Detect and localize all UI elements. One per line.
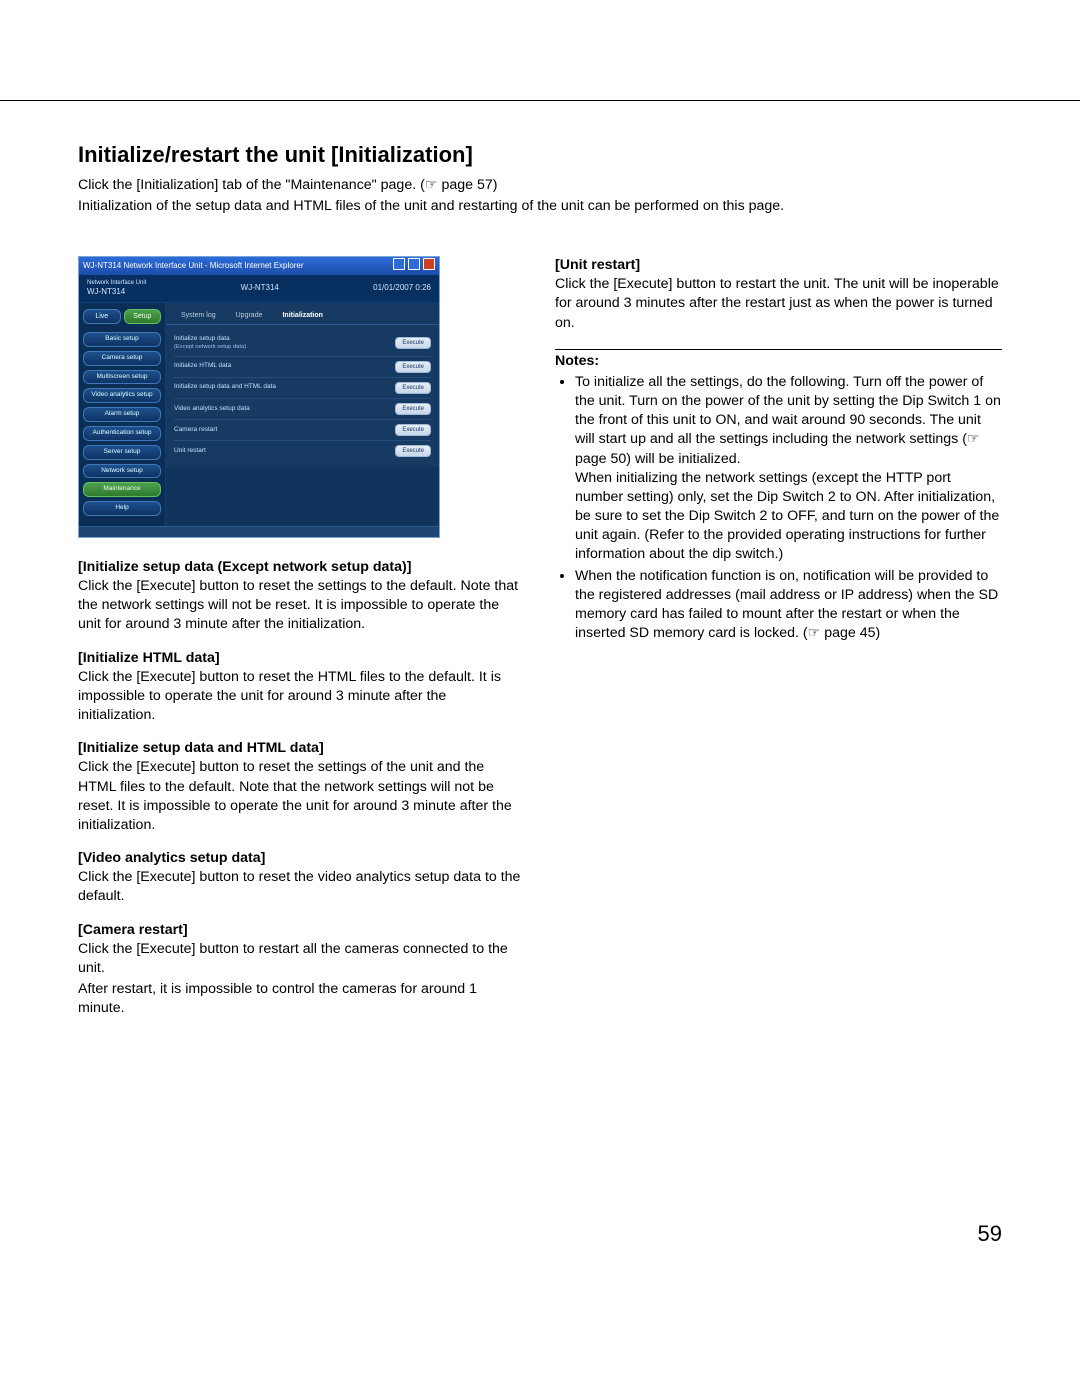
section-head-unit-restart: [Unit restart] (555, 256, 1002, 275)
tab-initialization[interactable]: Initialization (277, 309, 327, 322)
execute-button[interactable]: Execute (395, 361, 431, 373)
sidebar-item-server-setup[interactable]: Server setup (83, 445, 161, 460)
sidebar-item-maintenance[interactable]: Maintenance (83, 482, 161, 497)
sidebar-item-network-setup[interactable]: Network setup (83, 464, 161, 479)
sidebar-item-video-analytics-setup[interactable]: Video analytics setup (83, 388, 161, 403)
header-model: WJ-NT314 (241, 283, 279, 294)
embedded-screenshot: WJ-NT314 Network Interface Unit - Micros… (78, 256, 440, 538)
row-label: Camera restart (174, 426, 217, 433)
table-row: Camera restart Execute (174, 420, 431, 441)
table-row: Initialize setup data (Except network se… (174, 331, 431, 357)
sidebar-item-camera-setup[interactable]: Camera setup (83, 351, 161, 366)
table-row: Initialize HTML data Execute (174, 357, 431, 378)
row-label: Initialize setup data and HTML data (174, 383, 276, 390)
window-title: WJ-NT314 Network Interface Unit - Micros… (83, 261, 304, 272)
row-sublabel: (Except network setup data) (174, 344, 395, 352)
sidebar-item-alarm-setup[interactable]: Alarm setup (83, 407, 161, 422)
sidebar-item-multiscreen-setup[interactable]: Multiscreen setup (83, 370, 161, 385)
row-label: Initialize setup data (174, 335, 230, 342)
note-text: When the notification function is on, no… (575, 568, 998, 642)
row-label: Video analytics setup data (174, 405, 250, 412)
section-head-camera-restart: [Camera restart] (78, 921, 525, 940)
section-head-init-html-data: [Initialize HTML data] (78, 649, 525, 668)
execute-button[interactable]: Execute (395, 424, 431, 436)
tab-live[interactable]: Live (83, 309, 121, 324)
section-body: Click the [Execute] button to reset the … (78, 868, 525, 906)
intro-line-1: Click the [Initialization] tab of the "M… (78, 176, 1002, 195)
horizontal-rule (0, 100, 1080, 101)
intro-line-2: Initialization of the setup data and HTM… (78, 197, 1002, 216)
tab-system-log[interactable]: System log (176, 309, 221, 322)
notes-label: Notes: (555, 352, 1002, 371)
section-head-init-setup-and-html: [Initialize setup data and HTML data] (78, 739, 525, 758)
execute-button[interactable]: Execute (395, 403, 431, 415)
page-title: Initialize/restart the unit [Initializat… (78, 0, 1002, 170)
note-text: When initializing the network settings (… (575, 470, 999, 563)
row-label: Initialize HTML data (174, 362, 231, 369)
note-item: When the notification function is on, no… (575, 567, 1002, 644)
sidebar-item-basic-setup[interactable]: Basic setup (83, 332, 161, 347)
page-number: 59 (978, 1219, 1002, 1249)
minimize-icon[interactable] (393, 258, 405, 270)
section-body: Click the [Execute] button to reset the … (78, 668, 525, 726)
section-body: After restart, it is impossible to contr… (78, 980, 525, 1018)
execute-button[interactable]: Execute (395, 445, 431, 457)
note-item: To initialize all the settings, do the f… (575, 373, 1002, 565)
section-body: Click the [Execute] button to reset the … (78, 577, 525, 635)
tab-setup[interactable]: Setup (124, 309, 162, 324)
section-head-init-setup-data: [Initialize setup data (Except network s… (78, 558, 525, 577)
row-label: Unit restart (174, 447, 206, 454)
divider (555, 349, 1002, 350)
execute-button[interactable]: Execute (395, 382, 431, 394)
section-body: Click the [Execute] button to reset the … (78, 758, 525, 835)
execute-button[interactable]: Execute (395, 337, 431, 349)
note-text: To initialize all the settings, do the f… (575, 374, 1001, 467)
maximize-icon[interactable] (408, 258, 420, 270)
section-body: Click the [Execute] button to restart al… (78, 940, 525, 978)
table-row: Unit restart Execute (174, 441, 431, 461)
table-row: Initialize setup data and HTML data Exec… (174, 378, 431, 399)
sidebar-item-authentication-setup[interactable]: Authentication setup (83, 426, 161, 441)
tab-upgrade[interactable]: Upgrade (231, 309, 268, 322)
header-date: 01/01/2007 0:26 (373, 283, 431, 294)
sidebar-item-help[interactable]: Help (83, 501, 161, 516)
brand-model: WJ-NT314 (87, 287, 125, 296)
close-icon[interactable] (423, 258, 435, 270)
status-bar (79, 526, 439, 537)
table-row: Video analytics setup data Execute (174, 399, 431, 420)
window-controls (392, 258, 435, 274)
section-head-video-analytics: [Video analytics setup data] (78, 849, 525, 868)
brand-top: Network Interface Unit (87, 279, 146, 287)
section-body: Click the [Execute] button to restart th… (555, 275, 1002, 333)
